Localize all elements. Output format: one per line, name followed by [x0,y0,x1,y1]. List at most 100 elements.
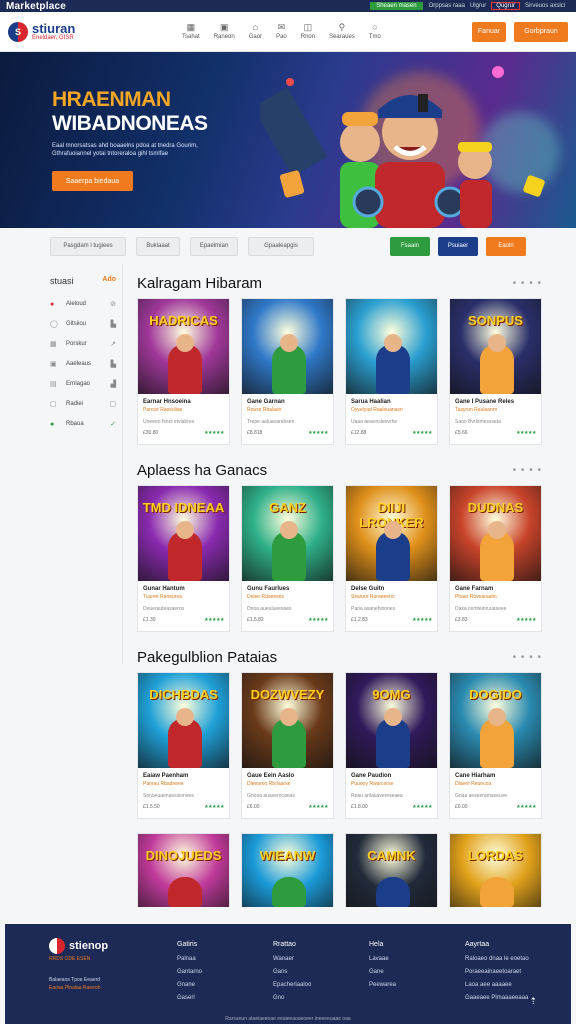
footer-link[interactable]: Gane [369,966,465,979]
sidebar-item-label: Gitsiiou [66,321,87,327]
nav-item-4[interactable]: ✉ Pao [276,22,287,41]
game-title: Earnar Hnsoeina [143,399,191,405]
top-right-link[interactable]: Sirveuos axslcl [525,3,565,9]
fire-icon: ● [50,300,55,308]
game-thumbnail[interactable]: DOZWVEZY [242,673,333,768]
game-subtitle: Dleearoo Rbrlaarse [247,781,291,787]
footer-link[interactable]: Raloaeo dnaa le eoetao [465,953,561,966]
game-subtitle: Ssaruor Ruraeeeno [351,594,395,600]
section-title: Kalragam Hibaram [137,274,263,292]
footer-logo[interactable]: stienop [49,938,177,954]
game-title: Gane Farnam [455,586,494,592]
footer-link[interactable]: Gno [273,992,369,1005]
footer-link[interactable]: Peewarea [369,979,465,992]
footer-link[interactable]: Palnaa [177,953,273,966]
nav-item-1[interactable]: ▦ Tsahat [182,23,200,41]
game-thumbnail[interactable]: HADRICAS [138,299,229,394]
header-button-1[interactable]: Fanuar [472,21,506,42]
filter-chip-1[interactable]: Pasgdam l tugiees [50,236,126,256]
footer-link[interactable]: Gnane [177,979,273,992]
sidebar-item-1[interactable]: ● Aleloud ⊘ [50,294,116,314]
game-thumbnail[interactable]: DIIJI LRONKER [346,486,437,581]
sidebar-item-6[interactable]: ▢ Radiei ▢ [50,394,116,414]
game-thumbnail[interactable] [242,299,333,394]
footer-link[interactable]: Gaserl [177,992,273,1005]
top-green-button[interactable]: Sheaen masen [370,2,423,10]
filter-chip-2[interactable]: Buklaaat [136,236,180,256]
game-thumbnail[interactable]: SONPUS [450,299,541,394]
filter-chip-4[interactable]: Gpaaleapgis [248,236,314,256]
footer-column: Aayrtaa Raloaeo dnaa le eoetao Poraeeainae… [465,938,561,1024]
game-card[interactable]: DOGIDO Cane Hiarham Dlaeer Reuecoa Gnaa … [449,672,542,819]
game-thumbnail[interactable]: WIEANW [242,834,333,907]
sidebar-add-button[interactable]: Ado [102,276,116,286]
site-logo[interactable]: S stiuran Eneldaer, GISR [8,21,158,42]
footer-link[interactable]: Epacheriaaloo [273,979,369,992]
footer-link[interactable]: Poraeeainaeetoaraet [465,966,561,979]
footer-copy-2: Eaoaa Plnalaa Raeeoh [49,985,101,991]
game-card[interactable]: DICHBDAS Eaiaw Paenham Panrau Rbadneee S… [137,672,230,819]
nav-item-3[interactable]: ⌂ Gaor [249,23,262,41]
game-thumbnail[interactable]: GANZ [242,486,333,581]
game-card[interactable]: DIIJI LRONKER Delse Guitn Ssaruor Ruraee… [345,485,438,632]
filter-button-orange[interactable]: Eaoln [486,236,526,256]
game-thumbnail[interactable]: CAMNK [346,834,437,907]
game-card[interactable]: CAMNK [345,833,438,907]
game-thumbnail[interactable]: DICHBDAS [138,673,229,768]
sidebar-item-4[interactable]: ▣ Aaeleaus ▙ [50,354,116,374]
game-thumbnail[interactable]: DUDNAS [450,486,541,581]
game-card[interactable]: DOZWVEZY Gaue Eein Aaslo Dleearoo Rbrlaa… [241,672,334,819]
game-description: Uneeeo fsnol etvlabres [143,419,195,425]
footer-link[interactable]: Gans [273,966,369,979]
more-dots-icon[interactable]: • • • • [513,652,542,663]
game-card[interactable]: LORDAS [449,833,542,907]
more-dots-icon[interactable]: • • • • [513,278,542,289]
filter-chip-3[interactable]: Epaelmian [190,236,238,256]
game-card[interactable]: SONPUS Gane I Pusane Reles Taayrun Raula… [449,298,542,445]
nav-item-6[interactable]: ⚲ Searaues [329,23,355,41]
game-card[interactable]: DINOJUEDS [137,833,230,907]
footer-link[interactable]: Gantarno [177,966,273,979]
filter-button-green[interactable]: Fsaain [390,236,430,256]
nav-item-2[interactable]: ▣ Raneon [214,23,235,41]
more-dots-icon[interactable]: • • • • [513,465,542,476]
nav-item-5[interactable]: ◫ Rnon [301,23,315,41]
game-card[interactable]: Sarua Haalian Oyvelyad Raalouanasn Uaao … [345,298,438,445]
footer-link[interactable]: Laoa aee aaaaee [465,979,561,992]
section-title: Pakegulblion Pataias [137,648,278,666]
filter-button-blue[interactable]: Psuiaer [438,236,478,256]
footer-link[interactable]: Gaaeaee Plmaaaeeaaa [465,992,561,1005]
top-red-button[interactable]: Qugrur [491,2,520,10]
top-link-1[interactable]: Orppsas raaa [429,3,465,9]
header-button-2[interactable]: Gorbpraun [514,21,568,42]
game-thumbnail[interactable]: TMD IDNEAA [138,486,229,581]
sidebar-item-2[interactable]: ◯ Gitsiiou ▙ [50,314,116,334]
footer-link[interactable]: Lavaae [369,953,465,966]
sidebar-title: stuasi [50,276,74,286]
game-thumbnail[interactable]: LORDAS [450,834,541,907]
game-card[interactable]: 9OMG Gane Paudion Puuooy Rwarcerse Reau … [345,672,438,819]
footer-link[interactable]: Wanaer [273,953,369,966]
game-card[interactable]: TMD IDNEAA Gunar Hantum Tuuree Raneurea … [137,485,230,632]
sidebar-item-3[interactable]: ▦ Porskur ↗ [50,334,116,354]
game-card[interactable]: GANZ Gunu Faurlues Deiee Rdaneses Dnoa a… [241,485,334,632]
hero-cta-button[interactable]: Saaerpa biedaua [52,171,133,191]
game-card[interactable]: Gane Garnan Rouxe Rbalaeo Trepe aaluaoar… [241,298,334,445]
sidebar-item-7[interactable]: ● Rbaua ✓ [50,414,116,434]
game-thumbnail[interactable]: 9OMG [346,673,437,768]
nav-item-7[interactable]: ○ Tmo [369,23,381,41]
marketplace-title: Marketplace [6,0,67,12]
character-head [176,334,194,352]
sidebar-item-5[interactable]: ▤ Ernlagao ▟ [50,374,116,394]
game-thumbnail[interactable]: DOGIDO [450,673,541,768]
top-link-2[interactable]: Ulgrur [470,3,486,9]
mail-icon: ✉ [277,22,286,32]
scroll-up-icon[interactable]: ⇡ [529,996,537,1007]
game-card[interactable]: HADRICAS Earnar Hnsoeina Parcee Raxeulia… [137,298,230,445]
game-card[interactable]: WIEANW [241,833,334,907]
footer-column: Rrattao Wanaer Gans Epacheriaaloo Gno [273,938,369,1024]
game-card[interactable]: DUDNAS Gane Farnam Phaar Rovnaraatin Dax… [449,485,542,632]
game-price: £1.8.00 [351,804,368,810]
game-thumbnail[interactable] [346,299,437,394]
game-thumbnail[interactable]: DINOJUEDS [138,834,229,907]
